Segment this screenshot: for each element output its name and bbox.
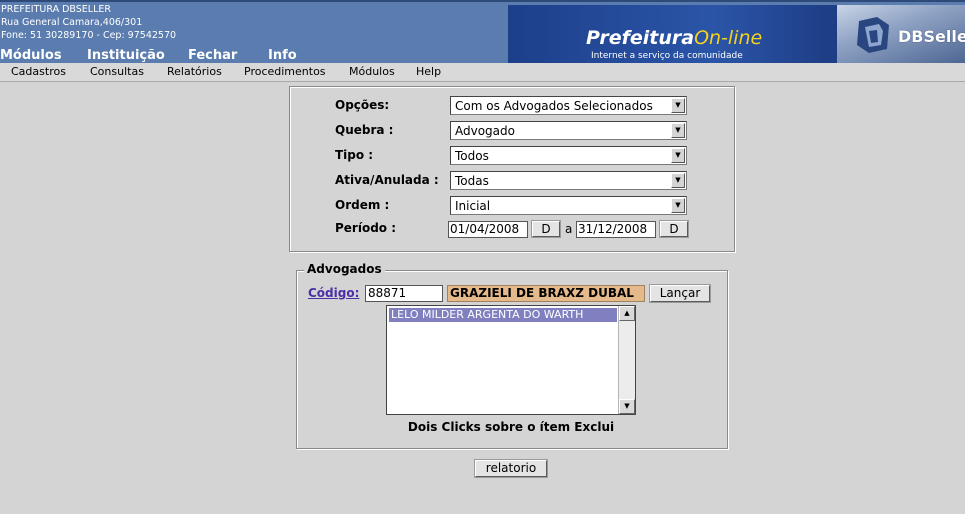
- chevron-down-icon[interactable]: ▼: [671, 198, 685, 213]
- relatorio-button[interactable]: relatorio: [474, 459, 548, 478]
- tipo-select[interactable]: Todos ▼: [450, 146, 687, 165]
- tipo-value: Todos: [455, 149, 489, 163]
- menu-modulos[interactable]: Módulos: [349, 65, 395, 79]
- org-name: PREFEITURA DBSELLER: [1, 4, 111, 15]
- codigo-input[interactable]: 88871: [365, 285, 443, 302]
- ativa-anulada-select[interactable]: Todas ▼: [450, 171, 687, 190]
- logo-tagline: Internet a serviço da comunidade: [591, 51, 743, 61]
- selected-advogados-list[interactable]: LELO MILDER ARGENTA DO WARTH ▲ ▼: [386, 305, 636, 415]
- quebra-value: Advogado: [455, 124, 515, 138]
- ordem-select[interactable]: Inicial ▼: [450, 196, 687, 215]
- advogado-name-field: GRAZIELI DE BRAXZ DUBAL: [447, 285, 645, 302]
- ativa-anulada-value: Todas: [455, 174, 489, 188]
- logo-main-text: Prefeitura: [586, 27, 695, 49]
- periodo-start-date-button[interactable]: D: [531, 220, 561, 238]
- top-menu-info[interactable]: Info: [268, 48, 297, 63]
- periodo-end-input[interactable]: 31/12/2008: [576, 221, 656, 238]
- chevron-down-icon[interactable]: ▼: [671, 148, 685, 163]
- scroll-up-icon[interactable]: ▲: [619, 306, 635, 321]
- codigo-lookup-link[interactable]: Código:: [308, 286, 359, 301]
- top-menu-instituicao[interactable]: Instituição: [87, 48, 165, 63]
- opcoes-select[interactable]: Com os Advogados Selecionados ▼: [450, 96, 687, 115]
- opcoes-value: Com os Advogados Selecionados: [455, 99, 653, 113]
- list-scrollbar[interactable]: ▲ ▼: [618, 306, 635, 414]
- org-phone: Fone: 51 30289170 - Cep: 97542570: [1, 30, 177, 41]
- ordem-label: Ordem :: [335, 198, 390, 212]
- quebra-select[interactable]: Advogado ▼: [450, 121, 687, 140]
- chevron-down-icon[interactable]: ▼: [671, 123, 685, 138]
- menu-help[interactable]: Help: [416, 65, 441, 79]
- org-address: Rua General Camara,406/301: [1, 17, 143, 28]
- chevron-down-icon[interactable]: ▼: [671, 173, 685, 188]
- periodo-label: Período :: [335, 221, 397, 235]
- logo-highlight-text: On-line: [694, 27, 763, 49]
- scroll-down-icon[interactable]: ▼: [619, 399, 635, 414]
- remove-hint: Dois Clicks sobre o ítem Exclui: [407, 420, 615, 434]
- lancar-button[interactable]: Lançar: [649, 284, 711, 303]
- opcoes-label: Opções:: [335, 98, 390, 112]
- prefeitura-online-logo: PrefeituraOn-line: [586, 27, 762, 49]
- top-menu-modulos[interactable]: Módulos: [0, 48, 62, 63]
- menu-procedimentos[interactable]: Procedimentos: [244, 65, 326, 79]
- periodo-start-input[interactable]: 01/04/2008: [448, 221, 528, 238]
- quebra-label: Quebra :: [335, 123, 394, 137]
- chevron-down-icon[interactable]: ▼: [671, 98, 685, 113]
- periodo-separator: a: [565, 222, 573, 236]
- dbseller-brand: DBSeller: [898, 27, 965, 46]
- advogados-legend: Advogados: [304, 262, 385, 277]
- menu-consultas[interactable]: Consultas: [90, 65, 144, 79]
- tipo-label: Tipo :: [335, 148, 374, 162]
- list-item[interactable]: LELO MILDER ARGENTA DO WARTH: [389, 308, 617, 322]
- menu-cadastros[interactable]: Cadastros: [11, 65, 66, 79]
- top-menu-fechar[interactable]: Fechar: [188, 48, 237, 63]
- dbseller-mark-icon: [857, 17, 889, 53]
- header-top-line: [0, 0, 965, 2]
- menu-bar: Cadastros Consultas Relatórios Procedime…: [0, 63, 965, 82]
- periodo-end-date-button[interactable]: D: [659, 220, 689, 238]
- ordem-value: Inicial: [455, 199, 491, 213]
- menu-relatorios[interactable]: Relatórios: [167, 65, 222, 79]
- ativa-anulada-label: Ativa/Anulada :: [335, 173, 439, 187]
